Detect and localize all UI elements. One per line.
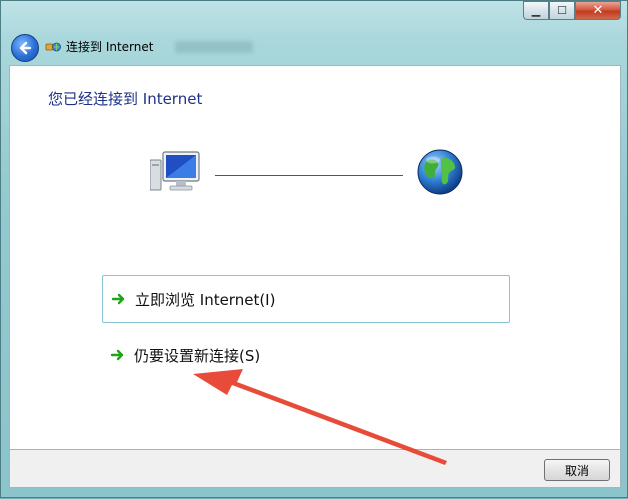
maximize-button[interactable]: ☐ <box>549 1 575 20</box>
close-button[interactable]: ✕ <box>575 1 621 20</box>
dialog-footer: 取消 <box>9 450 621 488</box>
setup-new-connection-label: 仍要设置新连接(S) <box>134 346 261 365</box>
setup-new-connection-option[interactable]: 仍要设置新连接(S) <box>102 332 510 378</box>
network-connect-icon <box>45 42 61 51</box>
back-arrow-icon <box>19 41 32 55</box>
title-area: 连接到 Internet <box>45 38 254 55</box>
dialog-window: ▁ ☐ ✕ 连接到 Internet 您已经连接到 Internet 立即浏览 … <box>0 0 628 498</box>
computer-icon <box>150 151 200 191</box>
green-arrow-icon <box>111 293 125 305</box>
connection-line <box>215 175 403 176</box>
content-panel: 您已经连接到 Internet 立即浏览 Internet(I) 仍要设置新连接… <box>9 65 621 450</box>
blurred-title-region <box>175 40 254 53</box>
page-title: 您已经连接到 Internet <box>48 90 203 108</box>
minimize-button[interactable]: ▁ <box>523 1 549 20</box>
caption-buttons: ▁ ☐ ✕ <box>523 1 621 20</box>
green-arrow-icon <box>110 349 124 361</box>
browse-internet-option[interactable]: 立即浏览 Internet(I) <box>102 275 510 323</box>
back-button[interactable] <box>11 34 39 62</box>
cancel-button[interactable]: 取消 <box>544 459 610 481</box>
window-title: 连接到 Internet <box>66 40 154 54</box>
globe-icon <box>417 149 463 195</box>
browse-internet-label: 立即浏览 Internet(I) <box>135 290 276 309</box>
